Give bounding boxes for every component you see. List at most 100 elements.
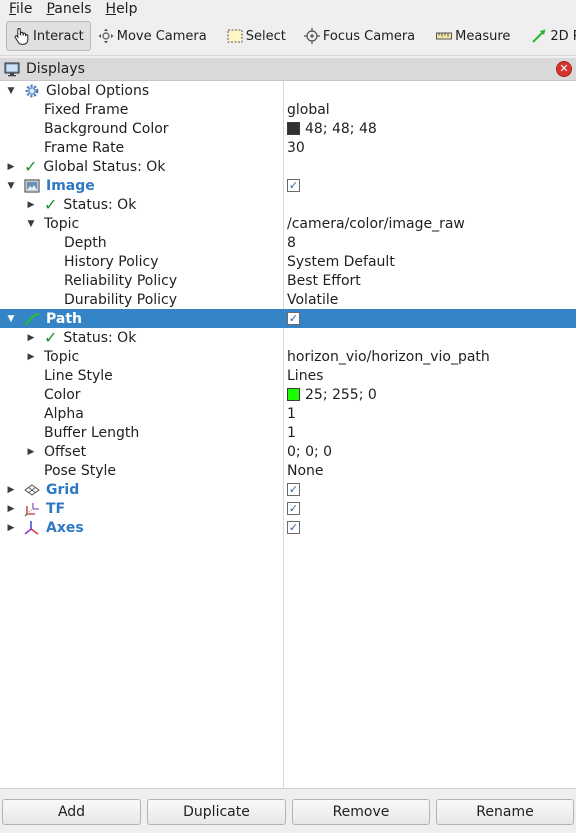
axes-icon: [24, 520, 39, 535]
tree-row-line-style[interactable]: Line Style Lines: [0, 366, 576, 385]
status-ok-check-icon: ✓: [44, 195, 58, 214]
expand-arrow-icon[interactable]: ▶: [6, 518, 16, 537]
expand-arrow-icon[interactable]: ▶: [26, 442, 36, 461]
menu-file[interactable]: File: [0, 1, 37, 17]
durability-policy-value[interactable]: Volatile: [287, 292, 338, 308]
tree-row-alpha[interactable]: Alpha 1: [0, 404, 576, 423]
remove-label: Remove: [332, 804, 390, 820]
collapse-arrow-icon[interactable]: ▼: [26, 214, 36, 233]
expand-arrow-icon[interactable]: ▶: [26, 195, 36, 214]
buffer-length-value[interactable]: 1: [287, 425, 296, 441]
tree-row-grid-display[interactable]: ▶ Grid ✓: [0, 480, 576, 499]
pose-style-value[interactable]: None: [287, 463, 324, 479]
path-topic-value[interactable]: horizon_vio/horizon_vio_path: [287, 349, 490, 365]
buffer-length-label: Buffer Length: [44, 424, 140, 441]
durability-policy-label: Durability Policy: [64, 291, 178, 308]
line-style-value[interactable]: Lines: [287, 368, 323, 384]
2d-pose-estimate-tool-button[interactable]: 2D Pose Estimate: [525, 21, 576, 51]
line-style-label: Line Style: [44, 367, 113, 384]
add-display-button[interactable]: Add: [2, 799, 141, 825]
tree-row-depth[interactable]: Depth 8: [0, 233, 576, 252]
tree-row-path-topic[interactable]: ▶ Topic horizon_vio/horizon_vio_path: [0, 347, 576, 366]
close-icon: ✕: [559, 62, 569, 75]
image-topic-value[interactable]: /camera/color/image_raw: [287, 216, 465, 232]
frame-rate-label: Frame Rate: [44, 139, 125, 156]
expand-arrow-icon[interactable]: ▶: [6, 499, 16, 518]
tree-row-image-topic[interactable]: ▼ Topic /camera/color/image_raw: [0, 214, 576, 233]
tree-row-image-display[interactable]: ▼ Image ✓: [0, 176, 576, 195]
duplicate-label: Duplicate: [183, 804, 250, 820]
image-icon: [24, 179, 40, 192]
path-icon: [24, 312, 40, 325]
tree-row-background-color[interactable]: Background Color 48; 48; 48: [0, 119, 576, 138]
interact-tool-button[interactable]: Interact: [6, 21, 91, 51]
tf-display-label: TF: [46, 500, 66, 517]
history-policy-value[interactable]: System Default: [287, 254, 395, 270]
displays-tree[interactable]: ▼ Global Options Fixed Frame global Back…: [0, 81, 576, 789]
tf-enabled-checkbox[interactable]: ✓: [287, 502, 300, 515]
select-tool-button[interactable]: Select: [221, 21, 292, 51]
collapse-arrow-icon[interactable]: ▼: [6, 309, 16, 328]
tree-row-fixed-frame[interactable]: Fixed Frame global: [0, 100, 576, 119]
grid-enabled-checkbox[interactable]: ✓: [287, 483, 300, 496]
expand-arrow-icon[interactable]: ▶: [6, 480, 16, 499]
axes-enabled-checkbox[interactable]: ✓: [287, 521, 300, 534]
pose-arrow-icon: [532, 29, 546, 43]
expand-arrow-icon[interactable]: ▶: [26, 347, 36, 366]
hand-pointer-icon: [14, 27, 29, 45]
measure-tool-button[interactable]: Measure: [430, 21, 516, 51]
path-enabled-checkbox[interactable]: ✓: [287, 312, 300, 325]
frame-rate-value[interactable]: 30: [287, 140, 305, 156]
alpha-value[interactable]: 1: [287, 406, 296, 422]
tree-row-path-display[interactable]: ▼ Path ✓: [0, 309, 576, 328]
tree-row-history-policy[interactable]: History Policy System Default: [0, 252, 576, 271]
tree-row-global-status[interactable]: ▶ ✓ Global Status: Ok: [0, 157, 576, 176]
tree-row-offset[interactable]: ▶ Offset 0; 0; 0: [0, 442, 576, 461]
tf-frames-icon: [24, 502, 39, 516]
depth-value[interactable]: 8: [287, 235, 296, 251]
move-camera-tool-button[interactable]: Move Camera: [92, 21, 213, 51]
2d-pose-estimate-label: 2D Pose Estimate: [550, 28, 576, 44]
tree-row-global-options[interactable]: ▼ Global Options: [0, 81, 576, 100]
panel-splitter[interactable]: [0, 789, 576, 797]
tree-row-image-status[interactable]: ▶ ✓ Status: Ok: [0, 195, 576, 214]
expand-arrow-icon[interactable]: ▶: [6, 157, 16, 176]
menu-panels[interactable]: Panels: [37, 1, 96, 17]
color-label: Color: [44, 386, 81, 403]
remove-display-button[interactable]: Remove: [292, 799, 430, 825]
color-value[interactable]: 25; 255; 0: [305, 387, 377, 403]
reliability-policy-label: Reliability Policy: [64, 272, 178, 289]
tree-row-pose-style[interactable]: Pose Style None: [0, 461, 576, 480]
background-color-swatch[interactable]: [287, 122, 300, 135]
collapse-arrow-icon[interactable]: ▼: [6, 81, 16, 100]
path-display-label: Path: [46, 310, 82, 327]
alpha-label: Alpha: [44, 405, 84, 422]
path-color-swatch[interactable]: [287, 388, 300, 401]
offset-value[interactable]: 0; 0; 0: [287, 444, 332, 460]
tool-bar: Interact Move Camera Select Focus Camera…: [0, 17, 576, 56]
measure-label: Measure: [455, 28, 511, 44]
tree-row-color[interactable]: Color 25; 255; 0: [0, 385, 576, 404]
duplicate-display-button[interactable]: Duplicate: [147, 799, 286, 825]
expand-arrow-icon[interactable]: ▶: [26, 328, 36, 347]
menu-help[interactable]: Help: [97, 1, 143, 17]
tree-row-axes-display[interactable]: ▶ Axes ✓: [0, 518, 576, 537]
tree-row-reliability-policy[interactable]: Reliability Policy Best Effort: [0, 271, 576, 290]
tree-row-buffer-length[interactable]: Buffer Length 1: [0, 423, 576, 442]
focus-camera-tool-button[interactable]: Focus Camera: [298, 21, 421, 51]
collapse-arrow-icon[interactable]: ▼: [6, 176, 16, 195]
tree-row-path-status[interactable]: ▶ ✓ Status: Ok: [0, 328, 576, 347]
gear-icon: [25, 84, 39, 97]
path-topic-label: Topic: [44, 348, 80, 365]
fixed-frame-value[interactable]: global: [287, 102, 330, 118]
image-enabled-checkbox[interactable]: ✓: [287, 179, 300, 192]
close-panel-button[interactable]: ✕: [556, 61, 572, 77]
background-color-value[interactable]: 48; 48; 48: [305, 121, 377, 137]
tree-row-durability-policy[interactable]: Durability Policy Volatile: [0, 290, 576, 309]
rename-display-button[interactable]: Rename: [436, 799, 574, 825]
tree-row-tf-display[interactable]: ▶ TF ✓: [0, 499, 576, 518]
tree-row-frame-rate[interactable]: Frame Rate 30: [0, 138, 576, 157]
reliability-policy-value[interactable]: Best Effort: [287, 273, 361, 289]
fixed-frame-label: Fixed Frame: [44, 101, 129, 118]
axes-display-label: Axes: [46, 519, 84, 536]
